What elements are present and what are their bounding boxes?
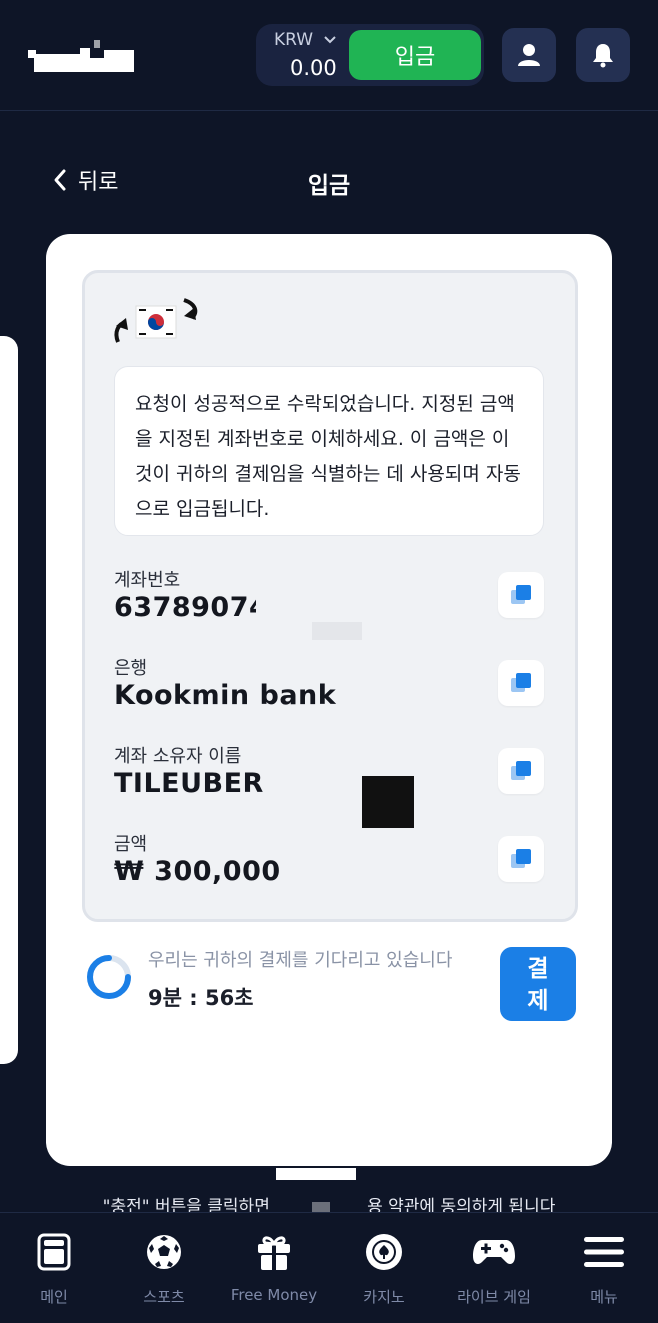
nav-menu-label: 메뉴 — [590, 1288, 618, 1306]
profile-button[interactable] — [502, 28, 556, 82]
nav-live-games-label: 라이브 게임 — [457, 1288, 531, 1306]
soccer-ball-icon — [147, 1235, 181, 1269]
nav-main-label: 메인 — [40, 1288, 68, 1306]
nav-live-games[interactable]: 라이브 게임 — [434, 1230, 554, 1307]
account-holder-value: TILEUBERI — [114, 768, 264, 799]
nav-main[interactable]: 메인 — [0, 1230, 114, 1307]
gift-icon — [258, 1236, 290, 1270]
pay-label-1: 결 — [527, 955, 549, 981]
redaction-mark — [312, 622, 362, 640]
nav-sports[interactable]: 스포츠 — [104, 1230, 224, 1307]
copy-icon — [511, 673, 531, 692]
nav-sports-label: 스포츠 — [143, 1288, 185, 1306]
deposit-button[interactable]: 입금 — [349, 30, 481, 80]
instruction-message: 요청이 성공적으로 수락되었습니다. 지정된 금액을 지정된 계좌번호로 이체하… — [114, 366, 544, 536]
home-icon — [37, 1233, 71, 1271]
nav-free-money[interactable]: Free Money — [214, 1230, 334, 1304]
copy-icon — [511, 585, 531, 604]
amount-label: 금액 — [114, 834, 148, 855]
copy-icon — [511, 849, 531, 868]
user-icon — [518, 44, 540, 66]
gamepad-icon — [473, 1240, 515, 1264]
nav-casino-label: 카지노 — [363, 1288, 405, 1306]
account-number-value: 63789074 — [114, 592, 256, 623]
currency-selector[interactable]: KRW — [274, 30, 313, 50]
page-title: 입금 — [307, 173, 351, 199]
nav-menu[interactable]: 메뉴 — [544, 1230, 658, 1307]
redaction-mark — [276, 1168, 356, 1180]
pay-label-2: 제 — [527, 987, 549, 1013]
chevron-down-icon[interactable] — [322, 32, 338, 48]
korea-flag-transfer-icon — [114, 298, 198, 343]
copy-account-number-button[interactable] — [498, 572, 544, 618]
bank-value: Kookmin bank — [114, 680, 337, 711]
bank-label: 은행 — [114, 658, 148, 679]
casino-chip-icon — [366, 1234, 402, 1270]
copy-icon — [511, 761, 531, 780]
waiting-status-text: 우리는 귀하의 결제를 기다리고 있습니다 — [148, 950, 453, 971]
pay-button[interactable]: 결 제 — [500, 947, 576, 1021]
redaction-mark — [362, 776, 414, 828]
bell-icon — [593, 44, 613, 68]
hamburger-menu-icon — [584, 1237, 624, 1267]
copy-bank-button[interactable] — [498, 660, 544, 706]
account-number-label: 계좌번호 — [114, 570, 181, 591]
balance-amount: 0.00 — [290, 56, 337, 80]
account-holder-label: 계좌 소유자 이름 — [114, 746, 242, 767]
loading-spinner-icon — [87, 955, 131, 999]
side-panel-edge — [0, 336, 18, 1064]
copy-account-holder-button[interactable] — [498, 748, 544, 794]
brand-logo[interactable] — [28, 40, 136, 74]
copy-amount-button[interactable] — [498, 836, 544, 882]
nav-free-money-label: Free Money — [230, 1286, 318, 1304]
amount-value: ₩ 300,000 — [114, 856, 281, 887]
nav-casino[interactable]: 카지노 — [324, 1230, 444, 1307]
countdown-timer: 9분 : 56초 — [148, 986, 254, 1010]
notifications-button[interactable] — [576, 28, 630, 82]
